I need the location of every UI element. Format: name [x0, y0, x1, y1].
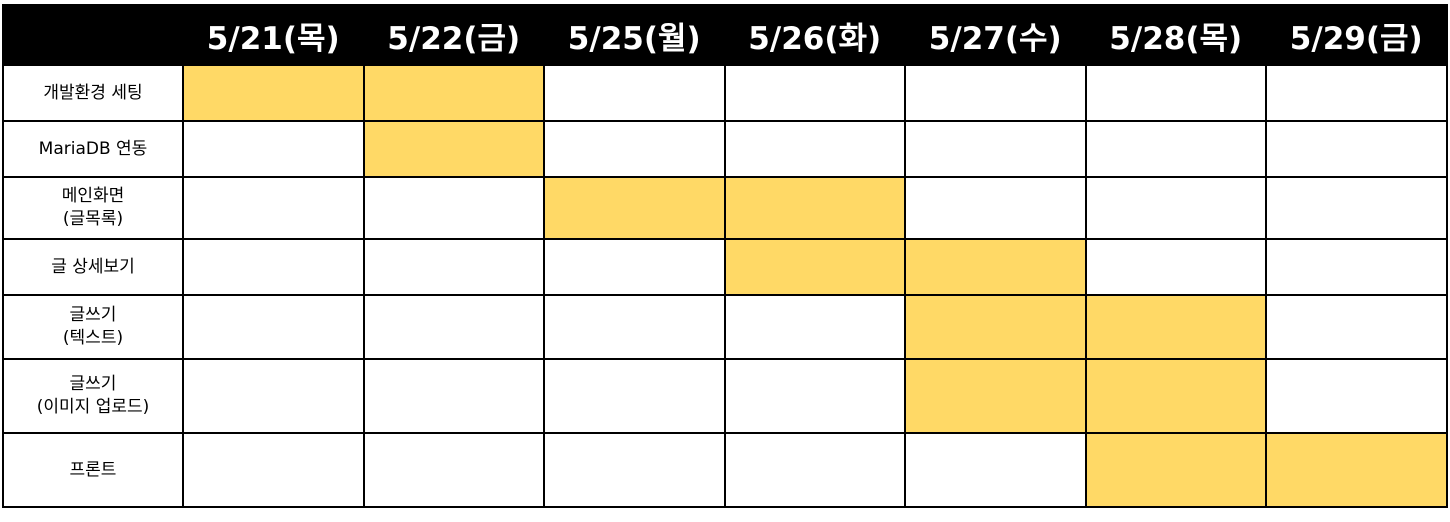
task-row-mariadb: MariaDB 연동 [2, 120, 1448, 178]
schedule-cell-active [1265, 432, 1448, 508]
schedule-cell [1265, 358, 1448, 434]
schedule-cell [182, 238, 365, 296]
task-row-write-image: 글쓰기 (이미지 업로드) [2, 358, 1448, 434]
schedule-cell [543, 432, 726, 508]
task-row-main-screen: 메인화면 (글목록) [2, 176, 1448, 240]
schedule-cell [904, 120, 1087, 178]
schedule-cell-active [723, 176, 906, 240]
schedule-cell-active [723, 238, 906, 296]
header-day-5-28: 5/28(목) [1084, 4, 1267, 66]
header-day-5-29: 5/29(금) [1265, 4, 1448, 66]
schedule-cell [723, 120, 906, 178]
schedule-cell [723, 64, 906, 122]
schedule-cell-active [1084, 294, 1267, 360]
task-label-dev-env: 개발환경 세팅 [2, 64, 184, 122]
schedule-cell [362, 294, 545, 360]
schedule-cell [182, 358, 365, 434]
header-day-5-21: 5/21(목) [182, 4, 365, 66]
header-corner-cell [2, 4, 184, 66]
header-day-5-26: 5/26(화) [723, 4, 906, 66]
header-day-5-22: 5/22(금) [362, 4, 545, 66]
schedule-cell [543, 294, 726, 360]
schedule-cell-active [182, 64, 365, 122]
schedule-cell [1265, 238, 1448, 296]
schedule-cell [543, 64, 726, 122]
schedule-cell [543, 358, 726, 434]
schedule-cell [543, 238, 726, 296]
schedule-cell [904, 176, 1087, 240]
task-label-main-screen: 메인화면 (글목록) [2, 176, 184, 240]
schedule-cell-active [1084, 358, 1267, 434]
schedule-cell [723, 294, 906, 360]
task-row-post-detail: 글 상세보기 [2, 238, 1448, 296]
header-day-5-27: 5/27(수) [904, 4, 1087, 66]
schedule-gantt-table: 5/21(목) 5/22(금) 5/25(월) 5/26(화) 5/27(수) … [2, 4, 1448, 508]
schedule-cell-active [904, 238, 1087, 296]
schedule-cell [362, 358, 545, 434]
task-label-write-text: 글쓰기 (텍스트) [2, 294, 184, 360]
schedule-cell [1084, 238, 1267, 296]
header-row: 5/21(목) 5/22(금) 5/25(월) 5/26(화) 5/27(수) … [2, 4, 1448, 66]
schedule-cell [362, 238, 545, 296]
schedule-cell [1265, 176, 1448, 240]
schedule-cell [1265, 64, 1448, 122]
schedule-cell [182, 176, 365, 240]
schedule-cell [1084, 176, 1267, 240]
schedule-cell [1265, 294, 1448, 360]
schedule-cell [1084, 64, 1267, 122]
schedule-cell [543, 120, 726, 178]
schedule-cell-active [904, 294, 1087, 360]
schedule-cell-active [543, 176, 726, 240]
schedule-cell [723, 432, 906, 508]
task-label-write-image: 글쓰기 (이미지 업로드) [2, 358, 184, 434]
header-day-5-25: 5/25(월) [543, 4, 726, 66]
schedule-cell [182, 432, 365, 508]
task-row-write-text: 글쓰기 (텍스트) [2, 294, 1448, 360]
schedule-cell [1265, 120, 1448, 178]
schedule-cell-active [1084, 432, 1267, 508]
schedule-cell [723, 358, 906, 434]
task-label-post-detail: 글 상세보기 [2, 238, 184, 296]
schedule-cell [904, 432, 1087, 508]
task-row-dev-env: 개발환경 세팅 [2, 64, 1448, 122]
task-row-front: 프론트 [2, 432, 1448, 508]
schedule-cell [362, 432, 545, 508]
task-label-front: 프론트 [2, 432, 184, 508]
schedule-cell [182, 294, 365, 360]
schedule-cell [904, 64, 1087, 122]
task-label-mariadb: MariaDB 연동 [2, 120, 184, 178]
schedule-cell-active [362, 120, 545, 178]
schedule-cell [1084, 120, 1267, 178]
schedule-cell-active [362, 64, 545, 122]
schedule-cell [182, 120, 365, 178]
schedule-cell [362, 176, 545, 240]
schedule-cell-active [904, 358, 1087, 434]
